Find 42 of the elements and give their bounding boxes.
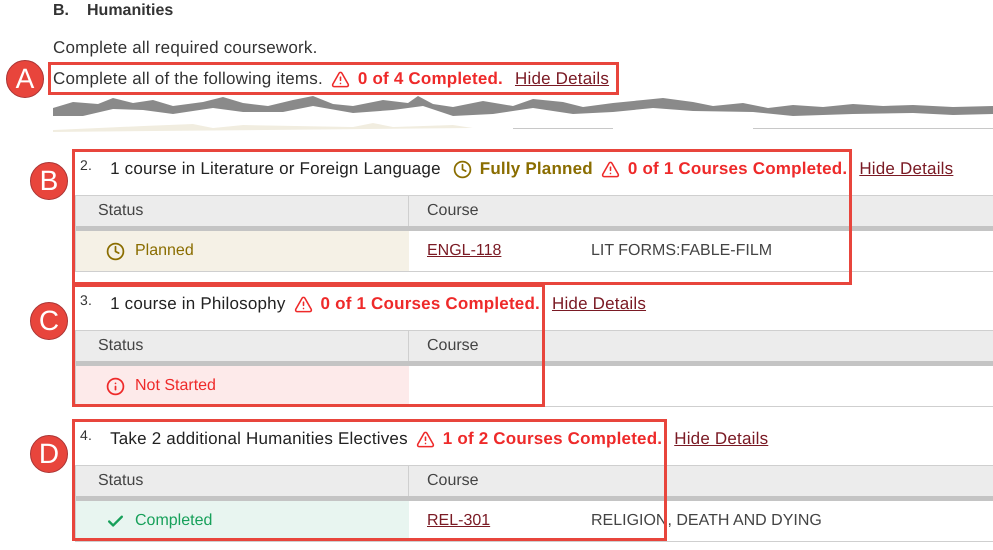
clock-icon: [106, 242, 125, 260]
completion-status: 0 of 1 Courses Completed.: [320, 293, 540, 316]
warning-icon: [294, 294, 313, 314]
course-link[interactable]: REL-301: [427, 509, 591, 533]
requirement-title: Take 2 additional Humanities Electives: [110, 428, 408, 450]
intro-text: Complete all required coursework.: [53, 37, 318, 59]
completion-status: 0 of 1 Courses Completed.: [628, 158, 848, 180]
item-number: 2.: [80, 156, 92, 175]
requirement-title: 1 course in Literature or Foreign Language: [110, 158, 441, 180]
planned-status: Fully Planned: [480, 158, 593, 180]
item-number: 4.: [80, 426, 92, 445]
section-title: Humanities: [87, 1, 174, 21]
status-label: Not Started: [135, 376, 216, 396]
completion-status: 1 of 2 Courses Completed.: [442, 428, 662, 450]
status-label: Completed: [135, 511, 212, 531]
hide-details-link[interactable]: Hide Details: [674, 426, 768, 452]
status-label: Planned: [135, 241, 194, 261]
column-header: Course: [426, 336, 480, 356]
callout-badge: B: [30, 162, 68, 200]
hide-details-link[interactable]: Hide Details: [552, 291, 646, 317]
column-header: Status: [76, 466, 409, 496]
warning-icon: [330, 70, 350, 88]
column-header: Course: [426, 471, 480, 491]
column-header: Course: [426, 201, 480, 221]
requirement-title: 1 course in Philosophy: [110, 293, 286, 316]
callout-badge: D: [30, 435, 68, 473]
column-header: Status: [76, 331, 409, 361]
summary-text: Complete all of the following items.: [53, 68, 323, 90]
hide-details-link[interactable]: Hide Details: [859, 156, 954, 182]
section-letter: B.: [53, 1, 69, 21]
course-title: LIT FORMS:FABLE-FILM: [591, 241, 772, 261]
course-link[interactable]: ENGL-118: [427, 239, 591, 263]
callout-badge: C: [30, 302, 68, 340]
warning-icon: [416, 430, 435, 448]
hide-details-link[interactable]: Hide Details: [514, 66, 610, 92]
completion-status: 0 of 4 Completed.: [358, 68, 503, 90]
column-header: Status: [76, 196, 409, 226]
clock-icon: [452, 160, 472, 178]
callout-badge: A: [6, 60, 44, 98]
info-icon: [106, 376, 125, 396]
warning-icon: [600, 160, 620, 178]
item-number: 3.: [80, 291, 92, 310]
